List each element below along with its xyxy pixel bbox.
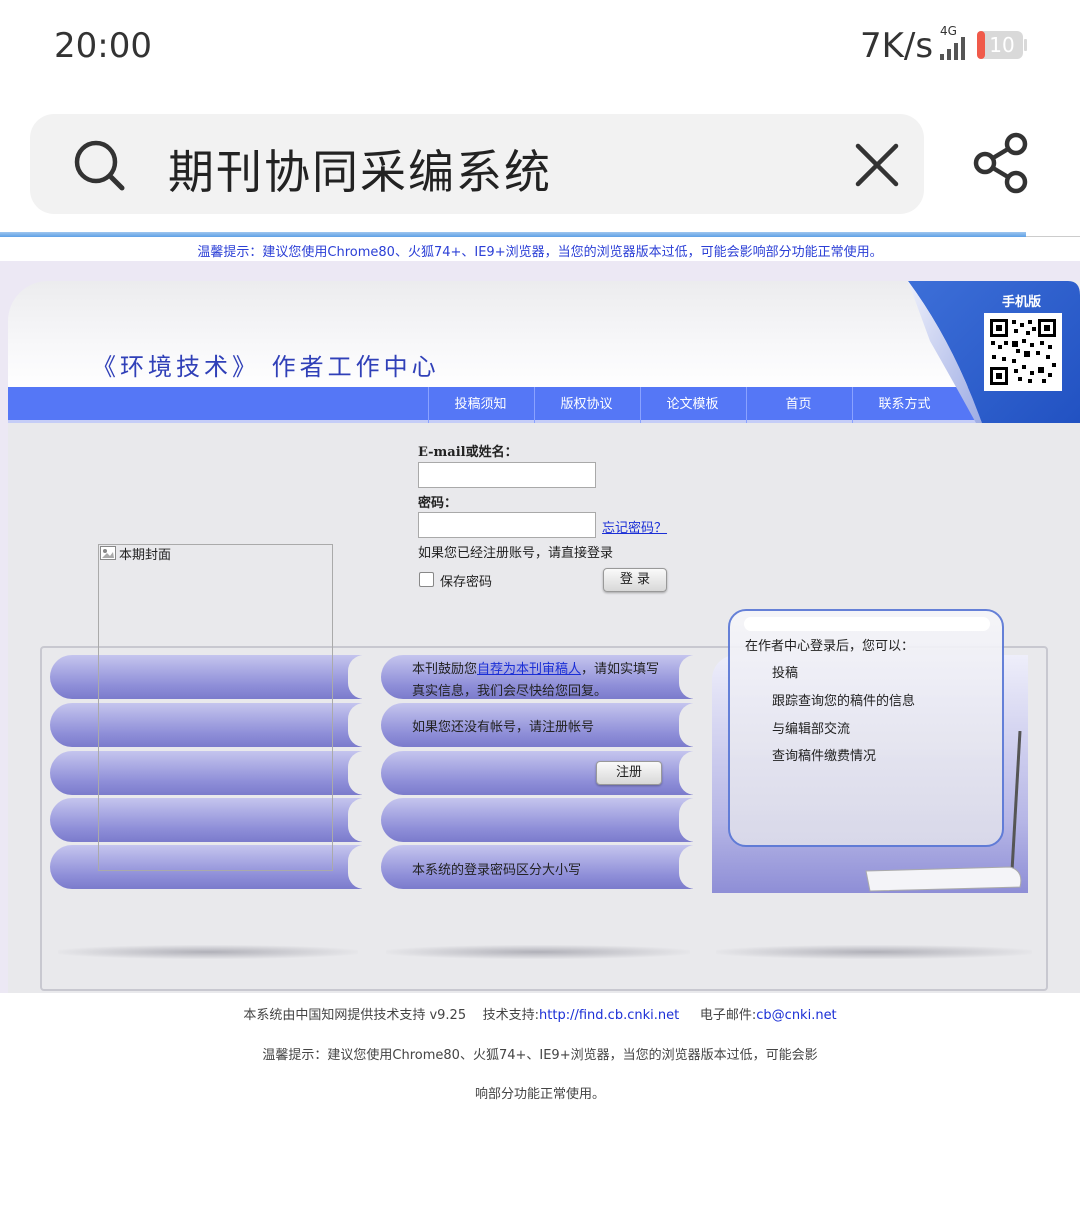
decor-book [381,798,695,842]
battery-icon: 10 [977,31,1027,59]
status-bar: 20:00 7K/s 4G 10 [0,0,1080,90]
footer-support: 本系统由中国知网提供技术支持 v9.25 技术支持:http://find.cb… [0,1004,1080,1023]
case-sensitive-note: 本系统的登录密码区分大小写 [412,863,582,878]
qr-code[interactable] [984,313,1062,391]
footer-email-label: 电子邮件: [699,1008,757,1023]
reviewer-line2: 真实信息，我们会尽快给您回复。 [412,684,608,699]
network-type: 4G [940,24,957,38]
footer-email-link[interactable]: cb@cnki.net [756,1008,836,1023]
search-icon[interactable] [72,138,126,192]
mobile-version-label[interactable]: 手机版 [1002,291,1041,310]
nav-item-home[interactable]: 首页 [746,387,850,423]
author-center-item: 与编辑部交流 [772,722,851,737]
register-hint: 如果您还没有帐号，请注册帐号 [412,720,595,735]
reviewer-text-after: ，请如实填写 [581,662,660,677]
email-field[interactable] [418,462,596,488]
save-password-checkbox[interactable] [419,572,434,587]
footer-tip-line1: 温馨提示：建议您使用Chrome80、火狐74+、IE9+浏览器，当您的浏览器版… [262,1048,818,1063]
author-center-item: 跟踪查询您的稿件的信息 [772,694,916,709]
reviewer-text-before: 本刊鼓励您 [412,662,478,677]
search-input[interactable]: 期刊协同采编系统 [168,136,552,202]
page-load-progress [0,232,1026,237]
author-center-heading: 在作者中心登录后，您可以： [745,639,915,654]
login-button[interactable]: 登 录 [603,568,667,592]
nav-item-copyright[interactable]: 版权协议 [534,387,638,423]
author-center-item: 投稿 [772,666,799,681]
save-password-label[interactable]: 保存密码 [440,571,492,590]
broken-image-icon [100,546,116,560]
browser-tip: 温馨提示：建议您使用Chrome80、火狐74+、IE9+浏览器，当您的浏览器版… [197,245,883,260]
footer-tip-line2: 响部分功能正常使用。 [474,1087,605,1102]
close-icon[interactable] [852,140,902,190]
page-title: 《环境技术》 作者工作中心 [92,353,440,381]
signal-icon: 4G [940,24,965,60]
nav-item-template[interactable]: 论文模板 [640,387,744,423]
footer-tech-label: 技术支持: [482,1008,540,1023]
cover-label: 本期封面 [119,548,172,563]
registered-hint: 如果您已经注册账号，请直接登录 [418,546,614,561]
main-page: 《环境技术》 作者工作中心 投稿须知 版权协议 论文模板 首页 联系方式 手机版 [0,261,1080,993]
share-icon[interactable] [970,130,1032,196]
email-label: E-mail或姓名： [418,445,518,460]
network-speed: 7K/s [860,26,934,66]
author-center-item: 查询稿件缴费情况 [772,749,877,764]
register-button[interactable]: 注册 [596,761,662,785]
decor-shadow [58,945,358,959]
password-label: 密码： [418,496,458,511]
panel-glow [744,617,990,631]
decor-shadow [386,945,690,959]
footer-support-text: 本系统由中国知网提供技术支持 v9.25 [243,1008,467,1023]
decor-shadow [716,945,1032,959]
forgot-password-link[interactable]: 忘记密码？ [602,517,667,536]
nav-item-submission-guide[interactable]: 投稿须知 [428,387,532,423]
password-field[interactable] [418,512,596,538]
footer-tech-link[interactable]: http://find.cb.cnki.net [539,1008,679,1023]
page-load-progress-track [1026,236,1080,237]
clock: 20:00 [54,26,152,66]
reviewer-invite: 本刊鼓励您自荐为本刊审稿人，请如实填写 [412,658,659,677]
reviewer-link[interactable]: 自荐为本刊审稿人 [477,662,581,677]
battery-level: 10 [989,33,1014,57]
current-issue-cover[interactable] [98,544,333,871]
